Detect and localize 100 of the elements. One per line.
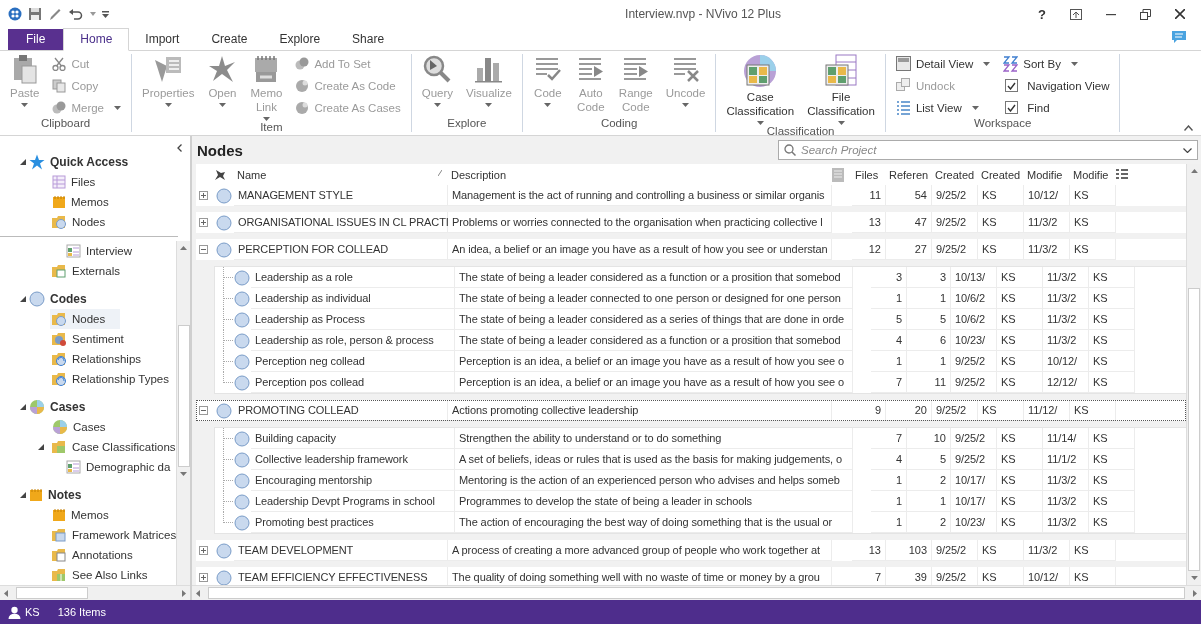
collapse-button[interactable] xyxy=(199,406,208,415)
navigation-item[interactable]: Sentiment xyxy=(0,329,177,349)
navigation-item[interactable]: Cases xyxy=(0,417,177,437)
plus-icon xyxy=(201,193,206,198)
node-circle-icon xyxy=(234,311,250,328)
minus-icon xyxy=(201,408,206,413)
node-circle-icon xyxy=(234,374,250,391)
table-cell: 1 xyxy=(871,512,907,533)
table-cell: 9/25/2 xyxy=(932,239,978,260)
scroll-right-icon xyxy=(1193,589,1197,597)
ribbon-button[interactable]: File Classification xyxy=(803,54,879,125)
navigation-item[interactable]: Case Classifications xyxy=(0,437,177,457)
column-header[interactable]: Referen xyxy=(886,164,932,185)
table-row[interactable]: TEAM DEVELOPMENT A process of creating a more advanced group of people who work together at 13 103 9/25/2 KS 11/3/2 KS xyxy=(196,540,1186,561)
vertical-scrollbar[interactable] xyxy=(176,241,190,585)
search-icon xyxy=(784,144,796,156)
navigation-item[interactable]: Files xyxy=(0,172,178,192)
folder-icon xyxy=(52,440,67,454)
navigation-item[interactable]: Interview xyxy=(0,241,177,261)
checkbox-option[interactable]: Navigation View xyxy=(1003,76,1110,95)
ribbon-tab[interactable]: Share xyxy=(336,29,401,50)
expand-button[interactable] xyxy=(199,191,208,200)
navigation-item[interactable]: Relationship Types xyxy=(0,369,177,389)
table-cell: 11/12/ xyxy=(1024,400,1070,421)
table-cell: 12 xyxy=(852,239,886,260)
ribbon-tab[interactable]: Home xyxy=(63,28,130,51)
file-menu-button[interactable]: File xyxy=(8,29,64,50)
table-cell: ORGANISATIONAL ISSUES IN CL PRACTI xyxy=(234,212,448,233)
checkmark-icon xyxy=(1007,81,1017,90)
table-cell: 9 xyxy=(852,400,886,421)
column-header[interactable]: Modifie xyxy=(1024,164,1070,185)
search-field[interactable]: Search Project xyxy=(778,140,1198,160)
table-row[interactable]: PROMOTING COLLEAD Actions promoting collective leadership 9 20 9/25/2 KS 11/12/ KS xyxy=(196,400,1186,421)
star-icon xyxy=(29,154,45,170)
collapse-button[interactable] xyxy=(199,245,208,254)
table-row[interactable]: ORGANISATIONAL ISSUES IN CL PRACTI Problems or worries connected to the organisation when practicing collective l 13 47 9/25/2 KS 11/3/2 KS xyxy=(196,212,1186,233)
column-header[interactable]: Created xyxy=(932,164,978,185)
navigation-item[interactable]: Memos xyxy=(0,505,177,525)
table-cell: Problems or worries connected to the organisation when practicing collective l xyxy=(448,212,832,233)
navigation-item[interactable]: See Also Links xyxy=(0,565,177,585)
table-icon xyxy=(52,175,66,189)
ribbon-tab[interactable]: Create xyxy=(195,29,264,50)
ribbon-tab[interactable]: Explore xyxy=(263,29,337,50)
ribbon-button[interactable]: Detail View xyxy=(895,54,991,73)
navigation-item[interactable]: Demographic da xyxy=(0,457,177,477)
expand-button[interactable] xyxy=(199,573,208,582)
node-circle-icon xyxy=(216,569,232,586)
navigation-group-header[interactable]: Notes xyxy=(0,485,177,505)
vertical-scrollbar[interactable] xyxy=(1186,164,1201,585)
ribbon-button[interactable]: Case Classification xyxy=(722,54,799,125)
checkbox-option[interactable]: Find xyxy=(1003,98,1110,117)
navigation-item[interactable]: Externals xyxy=(0,261,177,281)
collapse-ribbon-icon xyxy=(1184,125,1193,131)
table-cell: Promoting best practices xyxy=(251,512,455,533)
help-button[interactable]: ? xyxy=(1038,6,1046,22)
table-row[interactable]: PERCEPTION FOR COLLEAD An idea, a belief or an image you have as a result of how you see or understan 12 27 9/25/2 KS 11/3/2 KS xyxy=(196,239,1186,260)
horizontal-scrollbar[interactable] xyxy=(192,585,1201,600)
table-row[interactable]: MANAGEMENT STYLE Management is the act of running and controlling a business or similar organis 11 54 9/25/2 KS 10/12/ KS xyxy=(196,185,1186,206)
plus-icon xyxy=(201,548,206,553)
node-circle-icon xyxy=(234,430,250,447)
navigation-item[interactable]: Relationships xyxy=(0,349,177,369)
scroll-left-icon xyxy=(196,589,200,597)
table-cell: Perception is an idea, a belief or an image you have as a result of how you see o xyxy=(455,372,853,393)
column-header[interactable]: Description xyxy=(448,164,832,185)
group-label: Explore xyxy=(446,117,488,131)
horizontal-scrollbar[interactable] xyxy=(0,585,190,600)
column-header[interactable]: Name xyxy=(234,164,448,185)
navigation-item[interactable]: Memos xyxy=(0,192,178,212)
column-header[interactable]: Modifie xyxy=(1070,164,1116,185)
table-cell: 11/3/2 xyxy=(1043,512,1089,533)
navigation-group-header[interactable]: Quick Access xyxy=(0,152,178,172)
navigation-group-header[interactable]: Cases xyxy=(0,397,177,417)
ribbon-button[interactable]: Sort By xyxy=(1003,54,1110,73)
ribbon-tab[interactable]: Import xyxy=(129,29,196,50)
node-circle-icon xyxy=(234,353,250,370)
circle-icon xyxy=(295,78,310,93)
expand-button[interactable] xyxy=(199,546,208,555)
group-label: Clipboard xyxy=(39,117,92,131)
pie-icon xyxy=(29,399,45,415)
navigation-item[interactable]: Nodes xyxy=(0,212,178,232)
expand-button[interactable] xyxy=(199,218,208,227)
node-circle-icon xyxy=(234,472,250,489)
group-label: Coding xyxy=(599,117,639,131)
navigation-item[interactable]: Framework Matrices xyxy=(0,525,177,545)
table-cell: KS xyxy=(1089,512,1135,533)
table-cell: KS xyxy=(978,400,1024,421)
table-cell: Management is the act of running and controlling a business or similar organis xyxy=(448,185,832,206)
node-circle-icon xyxy=(216,402,232,419)
files-icon xyxy=(832,167,844,182)
navigation-group-header[interactable]: Codes xyxy=(0,289,177,309)
table-cell: 9/25/2 xyxy=(932,540,978,561)
navigation-item[interactable]: Annotations xyxy=(0,545,177,565)
clipboard-icon xyxy=(12,54,37,84)
search-icon xyxy=(422,54,453,84)
table-cell: 9/25/2 xyxy=(932,400,978,421)
node-circle-icon xyxy=(234,290,250,307)
column-header[interactable]: Files xyxy=(852,164,886,185)
ribbon-button[interactable]: List View xyxy=(895,98,991,117)
group-label: Item xyxy=(259,121,284,133)
column-header[interactable]: Created xyxy=(978,164,1024,185)
